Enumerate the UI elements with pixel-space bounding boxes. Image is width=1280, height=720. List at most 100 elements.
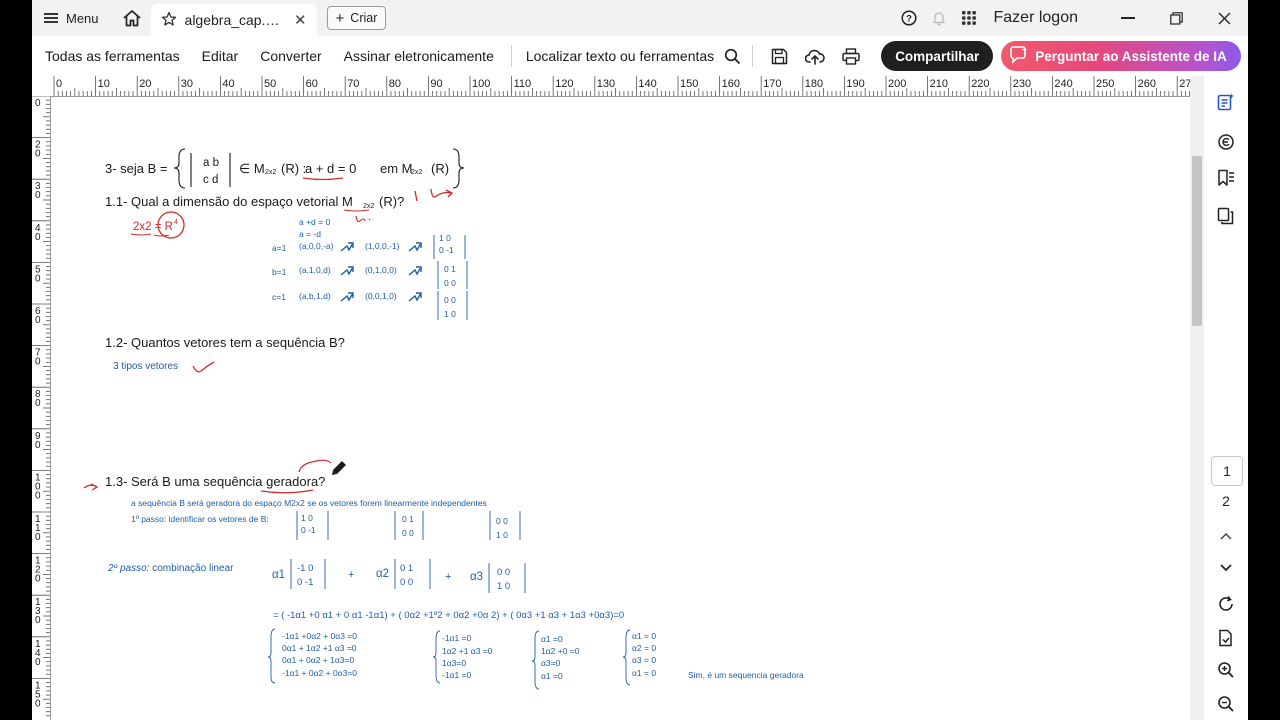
ruler-label: 100	[472, 78, 490, 90]
ruler-label: 70	[347, 78, 359, 90]
sign-in-link[interactable]: Fazer logon	[994, 9, 1079, 27]
document-tab[interactable]: algebra_cap.3_aula ... ✕	[150, 4, 317, 36]
cloud-upload-icon[interactable]	[797, 41, 833, 71]
matrix-top: 0 1	[402, 514, 414, 524]
e-sign-button[interactable]: Assinar eletronicamente	[344, 48, 494, 64]
main-toolbar: Todas as ferramentas Editar Converter As…	[32, 36, 1248, 76]
all-tools-button[interactable]: Todas as ferramentas	[45, 48, 180, 64]
ruler-label: 180	[805, 78, 823, 90]
ai-summary-icon[interactable]	[1212, 88, 1240, 116]
row-vector: (0,0,1,0)	[365, 291, 397, 301]
red-curve	[298, 459, 332, 473]
ruler-label: 260	[1138, 78, 1156, 90]
ruler-label: 140	[638, 78, 656, 90]
system-row: α3=0	[541, 658, 561, 668]
ruler-label: 0	[35, 398, 41, 409]
zoom-out-icon[interactable]	[1212, 690, 1240, 718]
ruler-label: 150	[680, 78, 698, 90]
page-thumbnail-next[interactable]: 2	[1211, 490, 1241, 512]
ruler-label: 120	[555, 78, 573, 90]
notification-bell-icon[interactable]	[924, 0, 954, 36]
row-vector: (0,1,0,0)	[365, 265, 397, 275]
zoom-in-icon[interactable]	[1212, 656, 1240, 684]
restore-icon[interactable]	[1152, 0, 1200, 36]
ruler-label: 0	[35, 315, 41, 326]
close-window-icon[interactable]	[1200, 0, 1248, 36]
apps-grid-icon[interactable]	[954, 0, 984, 36]
q1-3-question: 1.3- Será B uma sequência geradora?	[105, 474, 325, 489]
system-row: α1 = 0	[632, 668, 656, 678]
matrix-top: 0 0	[497, 567, 510, 578]
ruler-label: 0	[35, 490, 41, 501]
ai-assistant-button[interactable]: Perguntar ao Assistente de IA	[1001, 41, 1241, 71]
row-matrix-bottom: 1 0	[444, 309, 456, 319]
share-button[interactable]: Compartilhar	[881, 41, 994, 71]
ruler-label: 0	[35, 440, 41, 451]
save-icon[interactable]	[761, 41, 797, 71]
q3-subscript: 2x2	[265, 169, 276, 176]
set-brace-left	[173, 148, 186, 189]
basis-vector-1: 1 0 0 -1	[296, 511, 329, 540]
vertical-scrollbar[interactable]	[1190, 76, 1204, 720]
help-icon[interactable]: ?	[894, 0, 924, 36]
system-row: -1α1 +0α2 + 0α3 =0	[282, 631, 357, 641]
derivation-row-c: c=1 (a,b,1,d) (0,0,1,0) 0 0 1 0	[272, 291, 468, 320]
step-2-text: combinação linear	[149, 563, 234, 574]
system-brace	[432, 630, 441, 684]
bookmark-icon[interactable]	[1212, 164, 1240, 192]
edit-button[interactable]: Editar	[202, 48, 239, 64]
hamburger-icon	[44, 13, 58, 23]
ruler-label: 110	[514, 78, 532, 90]
page-thumbnail-current[interactable]: 1	[1211, 456, 1243, 486]
q1-1-question: 1.1- Qual a dimensão do espaço vetorial …	[105, 194, 353, 209]
comment-icon[interactable]	[1212, 128, 1240, 156]
chevron-down-icon[interactable]	[1212, 554, 1240, 582]
ruler-label: 80	[389, 78, 401, 90]
row-matrix-top: 1 0	[439, 233, 451, 243]
convert-button[interactable]: Converter	[260, 48, 321, 64]
search-icon[interactable]	[720, 41, 744, 71]
coef: α1	[272, 569, 285, 581]
derivation-row-b: b=1 (a,1,0,d) (0,1,0,0) 0 1 0 0	[272, 261, 468, 289]
coef: α3	[470, 571, 483, 583]
matrix-bottom: 0 -1	[297, 577, 313, 588]
ruler-label: 270	[1179, 78, 1190, 90]
file-export-icon[interactable]	[1212, 624, 1240, 652]
pages-icon[interactable]	[1212, 202, 1240, 230]
chevron-up-icon[interactable]	[1212, 522, 1240, 550]
q3-em-space: em M	[380, 161, 413, 176]
system-row: -1α1 =0	[442, 633, 472, 643]
cond-1: a +d = 0	[299, 217, 330, 227]
vertical-ruler-scale: 02030405060708090100110120130140150	[32, 96, 50, 717]
scrollbar-thumb[interactable]	[1192, 156, 1202, 326]
cond-2: a = -d	[299, 229, 321, 239]
system-row: α1 =0	[541, 671, 563, 681]
q1-1-r: (R)?	[379, 194, 404, 209]
ruler-label: 0	[35, 615, 41, 626]
home-icon[interactable]	[121, 7, 143, 29]
row-tuple: (a,0,0,-a)	[299, 241, 334, 251]
q1-2-question: 1.2- Quantos vetores tem a sequência B?	[105, 335, 345, 350]
red-underline	[343, 209, 370, 212]
basis-vector-3: 0 0 1 0	[489, 511, 521, 540]
refresh-icon[interactable]	[1212, 590, 1240, 618]
printer-icon[interactable]	[833, 41, 869, 71]
find-text-button[interactable]: Localizar texto ou ferramentas	[526, 48, 714, 64]
q3-matrix-bottom: c d	[203, 174, 218, 186]
close-tab-icon[interactable]: ✕	[294, 11, 307, 29]
minimize-icon[interactable]	[1104, 0, 1152, 36]
ai-assistant-label: Perguntar ao Assistente de IA	[1035, 48, 1227, 64]
ruler-label: 0	[35, 232, 41, 243]
system-row: α1 = 0	[632, 631, 656, 641]
matrix-bottom: 0 0	[400, 577, 413, 588]
system-row: α2 = 0	[632, 643, 656, 653]
row-matrix-top: 0 0	[444, 295, 456, 305]
create-button[interactable]: + Criar	[326, 6, 387, 30]
ruler-label: 40	[222, 78, 234, 90]
menu-button[interactable]: Menu	[44, 11, 99, 26]
conclusion-text: Sim, é um sequencia geradora	[688, 670, 804, 680]
red-underline	[302, 177, 344, 181]
system-3: α1 =0 1α2 +0 =0 α3=0 α1 =0	[531, 630, 580, 690]
arrow-icon	[340, 242, 354, 252]
star-icon[interactable]	[161, 11, 177, 30]
